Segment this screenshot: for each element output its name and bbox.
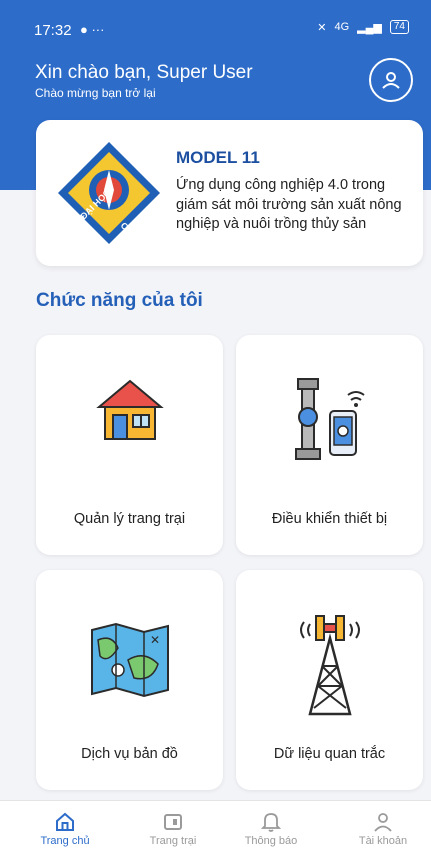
status-time: 17:32: [34, 22, 72, 39]
model-banner[interactable]: ĐẠI HỌC CẦN THƠ MODEL 11 Ứng dụng công n…: [36, 120, 423, 266]
feature-label: Quản lý trang trại: [73, 511, 186, 527]
remote-valve-icon: [294, 378, 365, 460]
feature-card-monitoring[interactable]: Dữ liệu quan trắc: [236, 570, 423, 790]
feature-card-map[interactable]: ✕ Dịch vụ bản đồ: [36, 570, 223, 790]
feature-card-device[interactable]: Điều khiển thiết bị: [236, 335, 423, 555]
network-label: 4G: [334, 21, 350, 33]
tab-label: Thông báo: [244, 835, 298, 847]
bottom-tab-bar: Trang chủ Trang trại Thông báo Tài khoản: [0, 800, 431, 862]
tab-label: Trang trại: [149, 835, 197, 847]
banner-title: MODEL 11: [176, 148, 260, 167]
status-bar: 17:32 ● ··· ✕ 4G ▂▄▆ 74: [0, 0, 431, 40]
tab-home[interactable]: Trang chủ: [20, 809, 110, 847]
bell-icon: [261, 813, 281, 832]
user-icon: [382, 72, 400, 89]
user-icon: [374, 813, 392, 832]
tab-label: Trang chủ: [40, 835, 90, 847]
greeting-title: Xin chào bạn, Super User: [35, 62, 253, 83]
signal-icon: ▂▄▆: [357, 21, 382, 34]
feature-label: Dữ liệu quan trắc: [273, 746, 386, 762]
tab-farm[interactable]: Trang trại: [128, 809, 218, 847]
feature-label: Dịch vụ bản đồ: [81, 746, 178, 762]
greeting-subtitle: Chào mừng bạn trở lại: [35, 86, 156, 100]
feature-card-farm[interactable]: Quản lý trang trại: [36, 335, 223, 555]
mute-icon: ✕: [317, 21, 327, 34]
map-icon: ✕: [90, 622, 169, 698]
battery-icon: 74: [389, 20, 409, 34]
house-icon: [95, 379, 164, 440]
greeting-block: Xin chào bạn, Super User Chào mừng bạn t…: [35, 62, 253, 100]
banner-description: Ứng dụng công nghiệp 4.0 trong giám sát …: [176, 177, 402, 232]
account-button[interactable]: [369, 58, 413, 102]
section-title: Chức năng của tôi: [36, 290, 203, 311]
feature-label: Điều khiển thiết bị: [271, 511, 388, 527]
university-logo: ĐẠI HỌC CẦN THƠ: [58, 142, 160, 248]
signal-tower-icon: [299, 615, 360, 716]
tab-notifications[interactable]: Thông báo: [226, 809, 316, 847]
tab-account[interactable]: Tài khoản: [338, 809, 428, 847]
home-icon: [56, 812, 74, 831]
status-notification-icons: ● ···: [80, 22, 105, 37]
tab-label: Tài khoản: [358, 835, 408, 847]
farm-icon: [164, 814, 182, 830]
status-right: ✕ 4G ▂▄▆ 74: [317, 20, 409, 34]
logo-text-right: CẦN THƠ: [119, 220, 156, 248]
svg-text:✕: ✕: [150, 633, 160, 647]
